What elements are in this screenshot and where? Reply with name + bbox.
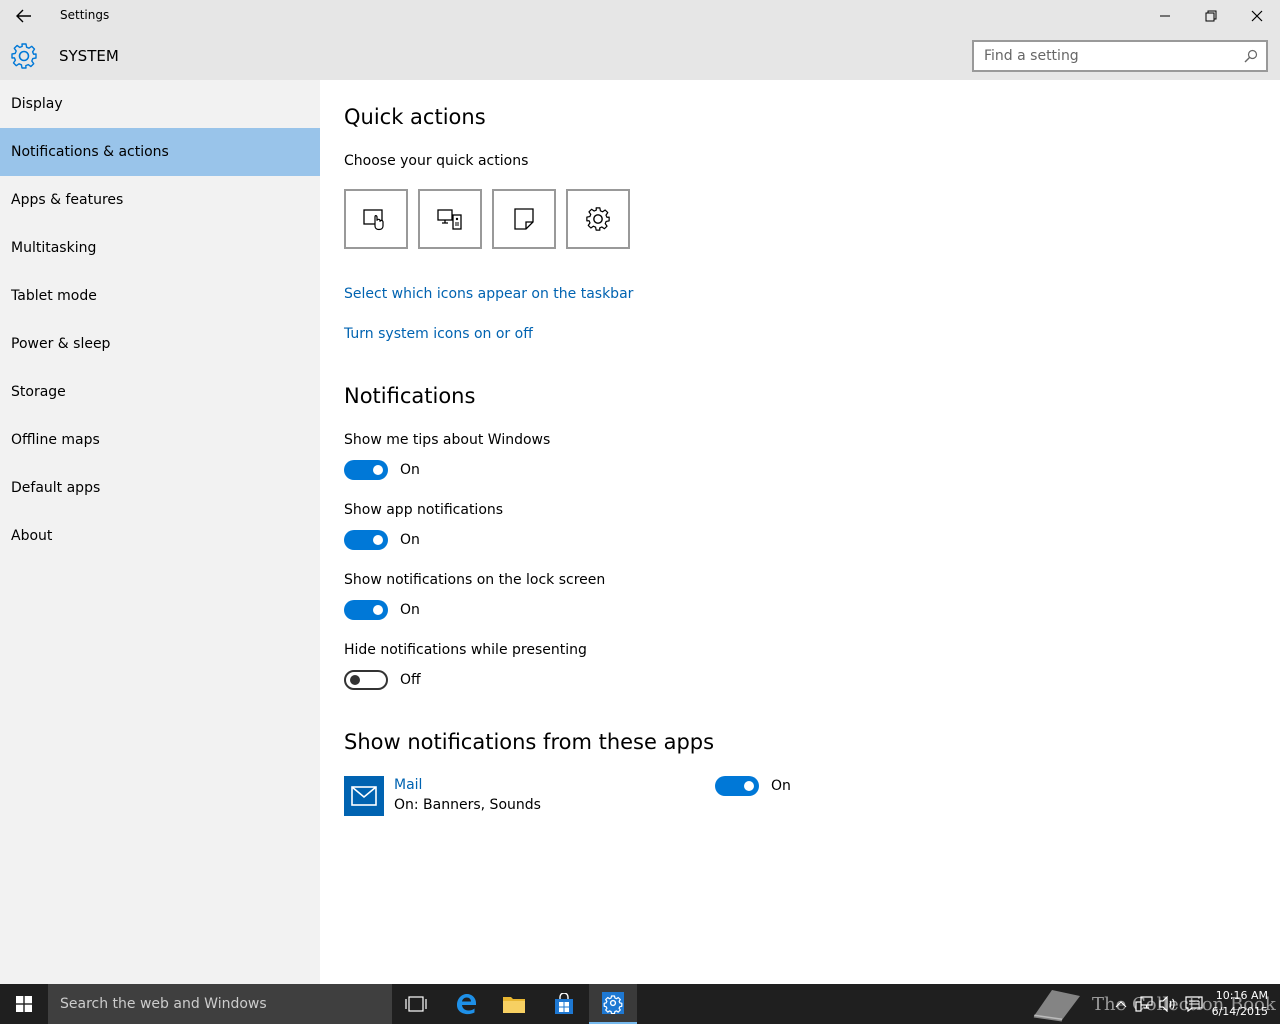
minimize-icon [1160,15,1170,17]
mail-toggle-state: On [771,778,791,794]
taskbar-search-box[interactable]: Search the web and Windows [48,984,392,1024]
lock-screen-toggle-state: On [400,602,420,618]
app-detail: On: Banners, Sounds [394,797,541,813]
back-arrow-icon [16,9,31,23]
mail-app-icon [344,776,384,816]
chevron-up-icon [1115,1001,1127,1008]
store-button[interactable] [540,984,588,1024]
presenting-toggle-state: Off [400,672,421,688]
toggle-knob [350,675,360,685]
toggle-knob [373,605,383,615]
setting-label-lock-screen: Show notifications on the lock screen [344,572,606,588]
app-notifications-toggle-state: On [400,532,420,548]
quick-action-tile-note[interactable] [492,189,556,249]
app-notifications-toggle[interactable] [344,530,388,550]
find-setting-search[interactable] [972,40,1268,72]
minimize-button[interactable] [1142,0,1188,32]
setting-toggle-row-app-notifications: On [344,530,420,550]
close-button[interactable] [1234,0,1280,32]
toggle-knob [744,781,754,791]
sidebar-item-apps-features[interactable]: Apps & features [0,176,320,224]
setting-label-tips: Show me tips about Windows [344,432,551,448]
settings-taskbar-button[interactable] [589,984,637,1024]
file-explorer-button[interactable] [490,984,538,1024]
clock-date: 6/14/2015 [1211,1005,1268,1018]
quick-action-tile-connect[interactable] [418,189,482,249]
network-icon [1135,996,1153,1012]
quick-action-tile-settings[interactable] [566,189,630,249]
envelope-icon [351,786,377,806]
action-center-button[interactable] [1182,984,1206,1024]
quick-action-tile-tablet-mode[interactable] [344,189,408,249]
window-title: Settings [60,8,110,22]
select-taskbar-icons-link[interactable]: Select which icons appear on the taskbar [344,286,633,302]
sidebar-item-storage[interactable]: Storage [0,368,320,416]
edge-button[interactable] [442,984,490,1024]
toggle-knob [373,465,383,475]
mail-notifications-toggle[interactable] [715,776,759,796]
sidebar-item-offline-maps[interactable]: Offline maps [0,416,320,464]
mail-toggle-row: On [715,776,791,796]
app-notifications-heading: Show notifications from these apps [344,730,715,754]
restore-icon [1205,10,1217,22]
taskbar-clock[interactable]: 10:16 AM 6/14/2015 [1212,988,1268,1020]
title-bar: Settings [0,0,1280,32]
setting-toggle-row-lock-screen: On [344,600,420,620]
quick-actions-tiles [344,189,630,249]
network-tray-button[interactable] [1132,984,1156,1024]
speaker-icon [1159,996,1175,1012]
main-content: Quick actions Choose your quick actions [320,80,1280,984]
sidebar-item-tablet-mode[interactable]: Tablet mode [0,272,320,320]
sidebar-item-notifications-actions[interactable]: Notifications & actions [0,128,320,176]
task-view-button[interactable] [392,984,440,1024]
tips-toggle[interactable] [344,460,388,480]
setting-label-app-notifications: Show app notifications [344,502,504,518]
message-icon [1185,996,1203,1012]
windows-logo-icon [16,996,32,1012]
settings-gear-icon [602,992,624,1014]
search-icon[interactable] [1244,49,1258,63]
folder-icon [503,997,525,1013]
setting-toggle-row-tips: On [344,460,420,480]
setting-label-presenting: Hide notifications while presenting [344,642,587,658]
settings-header: SYSTEM [0,32,1280,80]
sidebar-item-power-sleep[interactable]: Power & sleep [0,320,320,368]
presenting-toggle[interactable] [344,670,388,690]
show-hidden-icons-button[interactable] [1112,984,1130,1024]
settings-icon [586,207,610,231]
close-icon [1251,10,1263,22]
connect-icon [437,209,462,230]
sidebar-item-multitasking[interactable]: Multitasking [0,224,320,272]
toggle-knob [373,535,383,545]
gear-icon [11,43,37,69]
tablet-mode-icon [363,209,384,231]
clock-time: 10:16 AM [1215,989,1268,1002]
sidebar-item-about[interactable]: About [0,512,320,560]
tips-toggle-state: On [400,462,420,478]
find-setting-input[interactable] [974,42,1224,70]
notifications-heading: Notifications [344,384,476,408]
sidebar-item-default-apps[interactable]: Default apps [0,464,320,512]
volume-tray-button[interactable] [1156,984,1180,1024]
app-name[interactable]: Mail [394,777,422,793]
sidebar-item-display[interactable]: Display [0,80,320,128]
book-icon [1033,990,1080,1022]
section-title: SYSTEM [59,47,119,65]
taskbar: Search the web and Windows The Collectio… [0,984,1280,1024]
task-view-icon [405,996,427,1012]
edge-browser-icon [457,994,476,1015]
sidebar: Display Notifications & actions Apps & f… [0,80,320,984]
restore-button[interactable] [1188,0,1234,32]
setting-toggle-row-presenting: Off [344,670,421,690]
start-button[interactable] [0,984,48,1024]
quick-actions-subheading: Choose your quick actions [344,153,529,169]
note-icon [514,208,534,230]
lock-screen-toggle[interactable] [344,600,388,620]
back-button[interactable] [8,4,40,28]
quick-actions-heading: Quick actions [344,105,486,129]
turn-system-icons-link[interactable]: Turn system icons on or off [344,326,533,342]
store-bag-icon [555,993,573,1014]
